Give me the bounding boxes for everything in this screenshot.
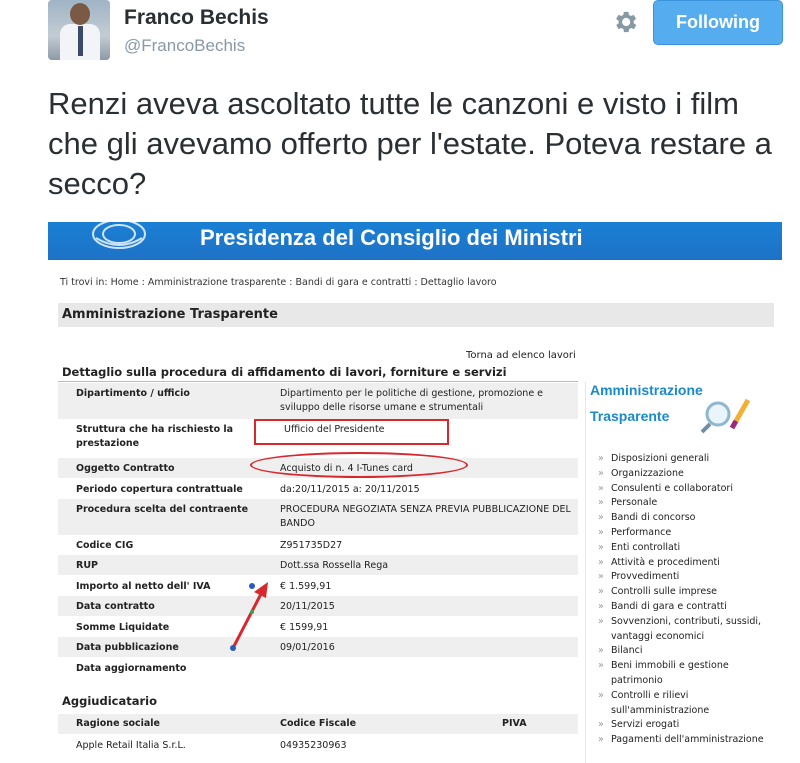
table-row: Data pubblicazione 09/01/2016 — [58, 637, 578, 657]
sidebar-item: Servizi erogati — [598, 718, 778, 733]
table-row: Codice CIG Z951735D27 — [58, 535, 578, 555]
highlight-oval — [250, 452, 468, 478]
magnifier-pencil-icon — [700, 398, 751, 434]
sidebar-item: Enti controllati — [598, 541, 778, 556]
sidebar-item: Sovvenzioni, contributi, sussidi, vantag… — [598, 615, 778, 645]
sidebar-item: Provvedimenti — [598, 570, 778, 585]
sidebar-item: Performance — [598, 526, 778, 541]
row-label: Codice CIG — [76, 540, 134, 551]
table-row: RUP Dott.ssa Rossella Rega — [58, 555, 578, 575]
row-label: Dipartimento / ufficio — [76, 388, 190, 399]
author-handle[interactable]: @FrancoBechis — [124, 36, 245, 56]
column-header: Ragione sociale — [76, 718, 161, 729]
row-label: RUP — [76, 560, 98, 571]
row-label: Oggetto Contratto — [76, 463, 175, 474]
divider — [585, 382, 586, 763]
section-title: Amministrazione Trasparente — [62, 307, 278, 322]
sidebar-item: Pagamenti dell'amministrazione — [598, 733, 778, 748]
sidebar-item: Controlli sulle imprese — [598, 585, 778, 600]
table-row: Data contratto 20/11/2015 — [58, 596, 578, 616]
highlight-box — [254, 419, 449, 445]
following-button[interactable]: Following — [653, 0, 783, 45]
row-value: da:20/11/2015 a: 20/11/2015 — [280, 484, 420, 495]
column-header: PIVA — [502, 718, 527, 729]
sidebar-item: Organizzazione — [598, 467, 778, 482]
row-value: 09/01/2016 — [280, 642, 335, 653]
row-label: Struttura che ha rischiesto la prestazio… — [76, 424, 234, 449]
row-value: Dipartimento per le politiche di gestion… — [280, 388, 544, 413]
table-row: Procedura scelta del contraente PROCEDUR… — [58, 499, 578, 535]
table-row: Periodo copertura contrattuale da:20/11/… — [58, 479, 578, 499]
sidebar-item: Bandi di gara e contratti — [598, 600, 778, 615]
sidebar-item: Personale — [598, 496, 778, 511]
row-value: 20/11/2015 — [280, 601, 335, 612]
sidebar-title-line2: Trasparente — [590, 408, 670, 424]
author-avatar[interactable] — [48, 0, 110, 60]
emblem-icon — [92, 222, 146, 249]
row-label: Procedura scelta del contraente — [76, 504, 249, 515]
tweet-image[interactable]: Presidenza del Consiglio dei Ministri Ti… — [48, 222, 782, 763]
row-label: Periodo copertura contrattuale — [76, 484, 243, 495]
sidebar-item: Disposizioni generali — [598, 452, 778, 467]
row-value: Z951735D27 — [280, 540, 343, 551]
divider — [58, 381, 578, 382]
row-value: € 1599,91 — [280, 622, 329, 633]
table-cell: Apple Retail Italia S.r.L. — [76, 740, 186, 751]
banner-title: Presidenza del Consiglio dei Ministri — [200, 225, 583, 250]
sidebar-item: Controlli e rilievi sull'amministrazione — [598, 689, 778, 719]
table-row: Importo al netto dell' IVA € 1.599,91 — [58, 576, 578, 596]
row-value: Dott.ssa Rossella Rega — [280, 560, 389, 571]
sidebar-item: Consulenti e collaboratori — [598, 482, 778, 497]
sidebar-item: Bilanci — [598, 644, 778, 659]
row-value: € 1.599,91 — [280, 581, 332, 592]
table-row: Data aggiornamento — [58, 658, 578, 678]
sidebar-item: Bandi di concorso — [598, 511, 778, 526]
breadcrumb: Ti trovi in: Home : Amministrazione tras… — [60, 277, 497, 288]
row-value: PROCEDURA NEGOZIATA SENZA PREVIA PUBBLIC… — [280, 504, 571, 529]
arrow-annotation-icon — [230, 582, 268, 651]
sidebar-item: Beni immobili e gestione patrimonio — [598, 659, 778, 689]
sidebar-title: Amministrazione Trasparente — [590, 377, 703, 429]
row-label: Data aggiornamento — [76, 663, 187, 674]
sidebar-item: Attività e procedimenti — [598, 556, 778, 571]
table-row: Somme Liquidate € 1599,91 — [58, 617, 578, 637]
tweet-text: Renzi aveva ascoltato tutte le canzoni e… — [48, 86, 772, 201]
sidebar-menu: Disposizioni generali Organizzazione Con… — [598, 452, 778, 748]
detail-title: Dettaglio sulla procedura di affidamento… — [62, 365, 507, 379]
table-row: Dipartimento / ufficio Dipartimento per … — [58, 383, 578, 419]
table-cell: 04935230963 — [280, 740, 347, 751]
sidebar-title-line1: Amministrazione — [590, 382, 703, 398]
gear-icon[interactable] — [611, 8, 639, 36]
author-name[interactable]: Franco Bechis — [124, 6, 269, 30]
back-to-list-link: Torna ad elenco lavori — [466, 350, 576, 361]
aggiudicatario-title: Aggiudicatario — [62, 694, 158, 708]
column-header: Codice Fiscale — [280, 718, 357, 729]
